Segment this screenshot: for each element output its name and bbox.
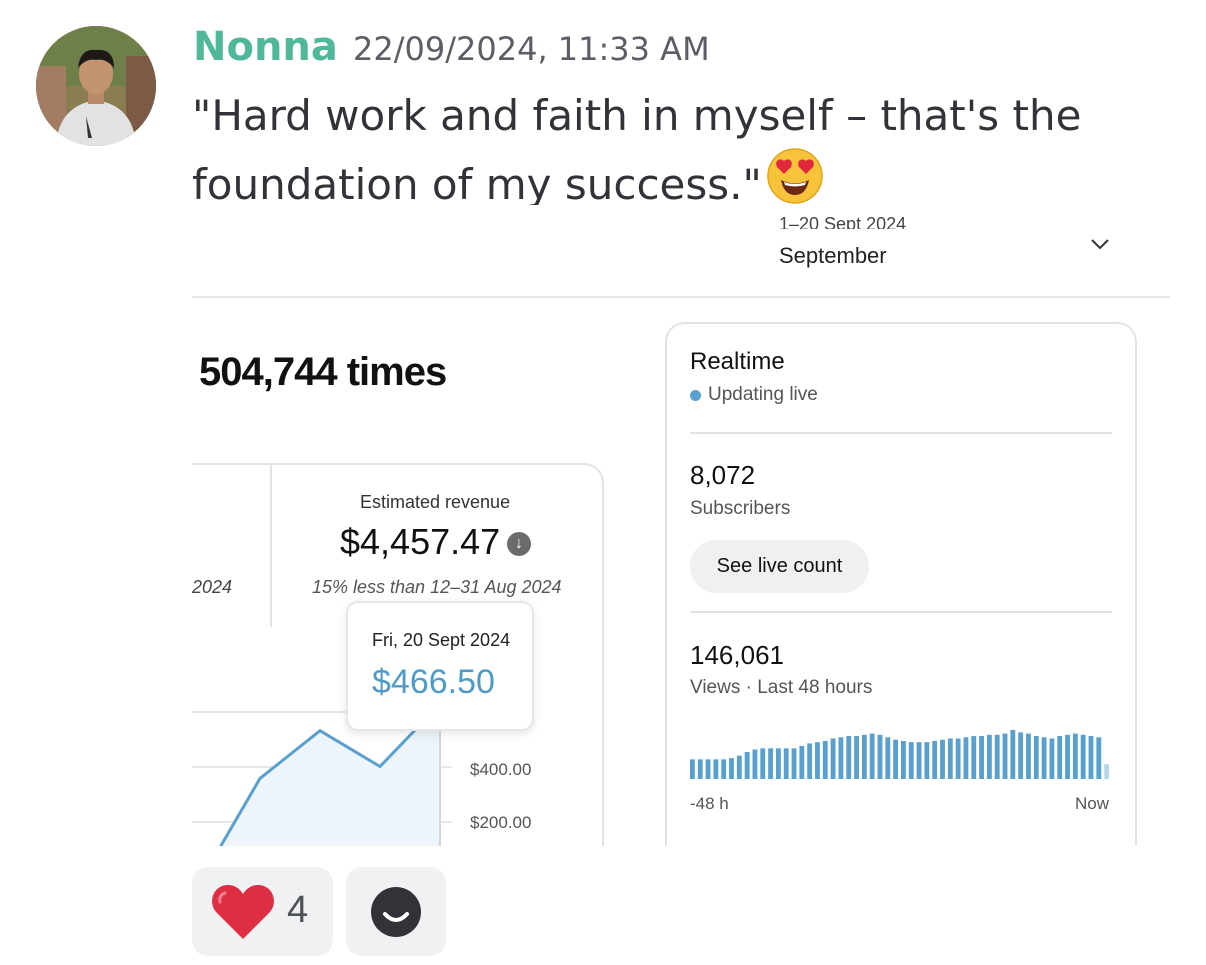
views-bar[interactable]: [846, 736, 852, 779]
views-bar[interactable]: [713, 759, 719, 779]
views-bar[interactable]: [729, 758, 734, 779]
views-bar[interactable]: [1072, 733, 1078, 779]
views-bar[interactable]: [955, 738, 961, 780]
views-label: Views · Last 48 hours: [690, 677, 873, 698]
views-bar[interactable]: [815, 742, 820, 779]
views-bar[interactable]: [1080, 734, 1086, 779]
views-bar[interactable]: [736, 755, 742, 779]
tooltip-value: $466.50: [372, 663, 495, 701]
see-live-count-button[interactable]: See live count: [690, 540, 869, 593]
views-bar[interactable]: [924, 742, 930, 779]
views-value: 146,061: [690, 640, 784, 670]
views-bar[interactable]: [1065, 734, 1070, 779]
views-bar[interactable]: [838, 737, 844, 779]
chart-tooltip: Fri, 20 Sept 2024 $466.50: [346, 601, 534, 731]
views-bar[interactable]: [1049, 738, 1055, 780]
subscribers-label: Subscribers: [690, 498, 791, 519]
views-bar[interactable]: [971, 736, 977, 779]
views-bar[interactable]: [1033, 736, 1039, 779]
card-divider: [270, 465, 272, 627]
view-count: 504,744 times: [199, 350, 447, 394]
x-axis-end-label: Now: [1075, 794, 1110, 813]
views-bar[interactable]: [760, 748, 766, 779]
views-bar[interactable]: [830, 738, 836, 780]
add-reaction-button[interactable]: [346, 867, 446, 956]
revenue-label: Estimated revenue: [360, 492, 511, 512]
revenue-comparison: 15% less than 12–31 Aug 2024: [312, 577, 562, 597]
views-bar[interactable]: [932, 740, 938, 779]
views-bar[interactable]: [963, 737, 969, 779]
views-bar-chart[interactable]: [690, 725, 1112, 779]
divider: [690, 432, 1112, 434]
chevron-down-icon[interactable]: [1089, 233, 1111, 255]
live-status-text: Updating live: [708, 384, 818, 405]
period-select-value[interactable]: September: [779, 243, 887, 269]
views-bar[interactable]: [744, 752, 750, 779]
heart-eyes-emoji-icon: [766, 147, 824, 205]
views-bar[interactable]: [799, 745, 805, 779]
message-timestamp: 22/09/2024, 11:33 AM: [353, 30, 710, 68]
views-bar[interactable]: [783, 748, 789, 779]
views-bar[interactable]: [752, 749, 758, 779]
views-bar[interactable]: [979, 736, 984, 779]
message-content: "Hard work and faith in myself – that's …: [192, 84, 1092, 216]
views-bar[interactable]: [861, 734, 867, 779]
views-bar[interactable]: [1096, 737, 1102, 779]
y-tick-label: $400.00: [470, 760, 531, 779]
reaction-count: 4: [287, 889, 309, 931]
divider: [192, 296, 1170, 298]
x-axis-start-label: -48 h: [690, 794, 729, 813]
heart-icon: [212, 885, 274, 939]
views-bar[interactable]: [1026, 733, 1031, 779]
realtime-title: Realtime: [690, 348, 785, 375]
views-bar[interactable]: [690, 759, 695, 779]
views-bar[interactable]: [908, 742, 914, 779]
views-bar[interactable]: [877, 734, 883, 779]
avatar[interactable]: [36, 26, 156, 146]
views-bar[interactable]: [1104, 764, 1110, 779]
views-bar[interactable]: [1018, 732, 1024, 779]
y-tick-label: $200.00: [470, 813, 531, 832]
views-bar[interactable]: [697, 759, 703, 779]
views-bar[interactable]: [885, 737, 891, 779]
down-arrow-icon[interactable]: ↓: [507, 532, 531, 556]
views-bar[interactable]: [854, 736, 859, 779]
message-author[interactable]: Nonna: [193, 24, 338, 70]
period-range: 1–20 Sept 2024: [779, 214, 907, 229]
views-bar[interactable]: [1010, 729, 1016, 779]
tooltip-date: Fri, 20 Sept 2024: [372, 630, 511, 650]
views-bar[interactable]: [807, 743, 813, 779]
views-bar[interactable]: [893, 739, 899, 779]
subscribers-value: 8,072: [690, 460, 756, 490]
divider: [690, 611, 1112, 613]
views-bar[interactable]: [1002, 733, 1008, 779]
views-bar[interactable]: [869, 733, 875, 779]
views-bar[interactable]: [947, 738, 953, 780]
views-bar[interactable]: [916, 742, 922, 779]
views-bar[interactable]: [822, 740, 828, 779]
reaction-heart[interactable]: 4: [192, 867, 333, 956]
views-bar[interactable]: [901, 740, 906, 779]
views-bar[interactable]: [940, 739, 945, 779]
views-bar[interactable]: [721, 759, 727, 779]
views-bar[interactable]: [768, 748, 773, 779]
views-bar[interactable]: [791, 748, 797, 779]
previous-metric-date: 2024: [192, 577, 233, 597]
views-bar[interactable]: [994, 734, 1000, 779]
views-bar[interactable]: [705, 759, 711, 779]
views-bar[interactable]: [1088, 736, 1094, 779]
views-bar[interactable]: [1041, 737, 1047, 779]
revenue-value: $4,457.47: [340, 521, 501, 562]
smiley-icon: [371, 887, 421, 937]
views-bar[interactable]: [1057, 736, 1063, 779]
views-bar[interactable]: [986, 734, 992, 779]
message-text: "Hard work and faith in myself – that's …: [192, 91, 1082, 209]
embedded-screenshot: 1–20 Sept 2024 September 504,744 times 2…: [192, 205, 1170, 846]
views-bar[interactable]: [775, 748, 781, 779]
live-status-icon: [690, 390, 701, 401]
